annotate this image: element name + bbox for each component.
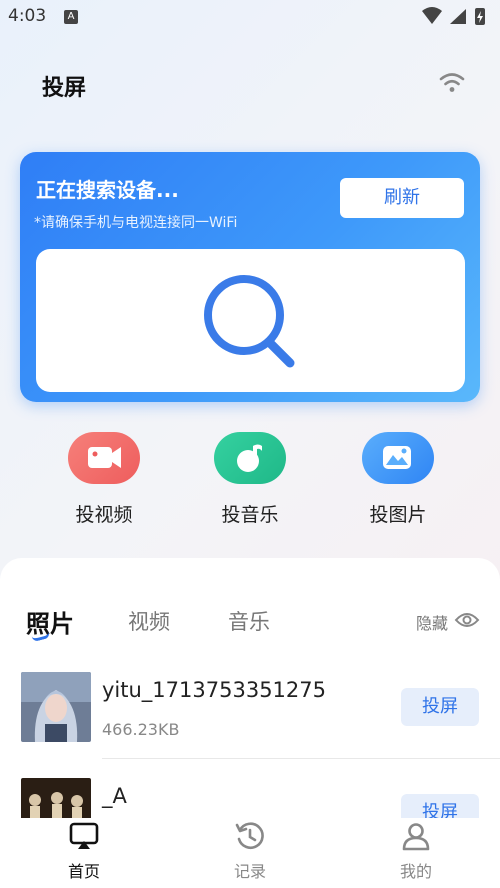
wifi-icon[interactable]: [438, 70, 466, 96]
cast-photo-feature[interactable]: 投图片: [346, 432, 446, 532]
cast-screen-icon: [69, 822, 99, 849]
cast-video-button[interactable]: [68, 432, 140, 484]
list-item[interactable]: yitu_1713753351275 466.23KB 投屏: [0, 670, 500, 766]
file-size: 466.23KB: [102, 720, 180, 739]
status-time: 4:03: [8, 6, 47, 26]
video-camera-icon: [88, 447, 121, 468]
user-icon: [402, 823, 430, 851]
cast-video-feature[interactable]: 投视频: [52, 432, 152, 532]
device-search-card: 正在搜索设备... *请确保手机与电视连接同一WiFi 刷新: [20, 152, 480, 402]
divider: [102, 758, 500, 759]
tab-music[interactable]: 音乐: [228, 606, 270, 636]
nav-home[interactable]: 首页: [34, 818, 134, 888]
tab-photos[interactable]: 照片: [26, 604, 74, 639]
cast-music-button[interactable]: [214, 432, 286, 484]
nav-records[interactable]: 记录: [200, 818, 300, 888]
page-title: 投屏: [42, 76, 87, 101]
nav-records-label: 记录: [233, 862, 266, 881]
thumbnail-image: [21, 672, 91, 742]
hide-toggle[interactable]: 隐藏: [416, 610, 448, 634]
search-status-text: 正在搜索设备...: [36, 178, 179, 202]
cast-button[interactable]: 投屏: [401, 688, 479, 726]
device-list-area: [36, 249, 465, 392]
history-icon: [235, 822, 264, 849]
status-icons: [422, 7, 485, 25]
image-icon: [383, 446, 411, 469]
cell-signal-icon: [450, 9, 466, 24]
music-note-icon: [237, 444, 262, 472]
wifi-signal-icon: [422, 7, 442, 24]
cast-music-feature[interactable]: 投音乐: [198, 432, 298, 532]
file-name: _A: [102, 784, 127, 808]
eye-icon[interactable]: [454, 611, 480, 629]
nav-mine[interactable]: 我的: [366, 818, 466, 888]
search-hint-text: *请确保手机与电视连接同一WiFi: [34, 215, 238, 231]
bottom-nav: 首页 记录 我的: [0, 818, 500, 888]
nav-home-label: 首页: [67, 862, 100, 881]
nav-mine-label: 我的: [399, 862, 432, 881]
refresh-button[interactable]: 刷新: [340, 178, 464, 218]
cast-video-label: 投视频: [75, 504, 133, 526]
status-bar: 4:03 A: [0, 0, 500, 34]
cast-photo-button[interactable]: [362, 432, 434, 484]
search-icon: [204, 275, 295, 368]
cast-photo-label: 投图片: [369, 504, 427, 526]
cast-music-label: 投音乐: [221, 504, 279, 526]
notification-icon: A: [64, 10, 78, 24]
file-name: yitu_1713753351275: [102, 678, 326, 702]
tab-videos[interactable]: 视频: [128, 606, 170, 636]
